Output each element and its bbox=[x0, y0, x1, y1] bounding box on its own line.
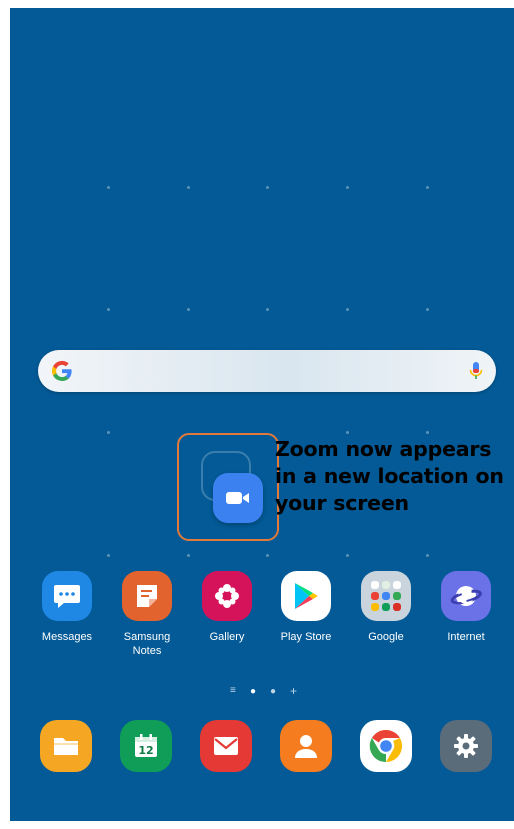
google-folder-icon bbox=[361, 571, 411, 621]
grid-dot bbox=[107, 431, 110, 434]
calendar-icon: 12 bbox=[120, 720, 172, 772]
video-camera-icon bbox=[226, 492, 249, 504]
home-screen: Messages Samsung Notes Gallery Play Stor… bbox=[10, 8, 514, 821]
app-google-folder[interactable]: Google bbox=[346, 571, 426, 644]
contacts-icon bbox=[280, 720, 332, 772]
app-label: Google bbox=[368, 631, 404, 643]
current-page-dot[interactable]: ● bbox=[250, 686, 256, 698]
app-gallery[interactable]: Gallery bbox=[187, 571, 267, 644]
grid-dot bbox=[266, 308, 269, 311]
app-label: Play Store bbox=[280, 631, 332, 643]
zoom-app-icon[interactable] bbox=[213, 473, 263, 523]
page-dot[interactable]: ● bbox=[270, 686, 276, 698]
grid-dot bbox=[346, 308, 349, 311]
calendar-date-text: 12 bbox=[138, 744, 153, 757]
app-label: Internet bbox=[447, 631, 485, 643]
app-label: Gallery bbox=[209, 631, 245, 643]
app-label: Messages bbox=[41, 631, 93, 643]
grid-dot bbox=[266, 186, 269, 189]
app-messages[interactable]: Messages bbox=[27, 571, 107, 644]
app-internet[interactable]: Internet bbox=[426, 571, 506, 644]
dock-calendar[interactable]: 12 bbox=[106, 720, 186, 772]
dock-email[interactable] bbox=[186, 720, 266, 772]
caption-line: your screen bbox=[275, 491, 409, 515]
play-store-icon bbox=[281, 571, 331, 621]
grid-dot bbox=[346, 186, 349, 189]
dock-my-files[interactable] bbox=[26, 720, 106, 772]
caption-line: Zoom now appears bbox=[275, 437, 492, 461]
google-search-bar[interactable] bbox=[38, 350, 496, 392]
internet-icon bbox=[441, 571, 491, 621]
app-play-store[interactable]: Play Store bbox=[266, 571, 346, 644]
grid-dot bbox=[426, 554, 429, 557]
settings-icon bbox=[440, 720, 492, 772]
grid-dot bbox=[266, 554, 269, 557]
google-icon bbox=[51, 360, 72, 382]
grid-dot bbox=[187, 554, 190, 557]
grid-dot bbox=[346, 431, 349, 434]
add-page-icon[interactable]: + bbox=[290, 685, 297, 697]
grid-dot bbox=[107, 186, 110, 189]
samsung-notes-icon bbox=[122, 571, 172, 621]
dock-settings[interactable] bbox=[426, 720, 506, 772]
dock-chrome[interactable] bbox=[346, 720, 426, 772]
grid-dot bbox=[187, 308, 190, 311]
annotation-caption: Zoom now appears in a new location on yo… bbox=[275, 436, 514, 517]
grid-dot bbox=[107, 554, 110, 557]
app-samsung-notes[interactable]: Samsung Notes bbox=[107, 571, 187, 658]
chrome-icon bbox=[360, 720, 412, 772]
email-icon bbox=[200, 720, 252, 772]
grid-dot bbox=[346, 554, 349, 557]
my-files-icon bbox=[40, 720, 92, 772]
page-indicator[interactable]: ≡ ● ● + bbox=[10, 685, 514, 698]
grid-dot bbox=[426, 308, 429, 311]
microphone-icon[interactable] bbox=[468, 360, 484, 382]
app-label: Samsung Notes bbox=[123, 631, 171, 657]
grid-dot bbox=[426, 431, 429, 434]
grid-dot bbox=[107, 308, 110, 311]
grid-dot bbox=[187, 186, 190, 189]
list-view-icon[interactable]: ≡ bbox=[230, 685, 236, 697]
messages-icon bbox=[42, 571, 92, 621]
dock-contacts[interactable] bbox=[266, 720, 346, 772]
grid-dot bbox=[426, 186, 429, 189]
zoom-highlight-frame bbox=[177, 433, 279, 541]
gallery-icon bbox=[202, 571, 252, 621]
caption-line: in a new location on bbox=[275, 464, 504, 488]
